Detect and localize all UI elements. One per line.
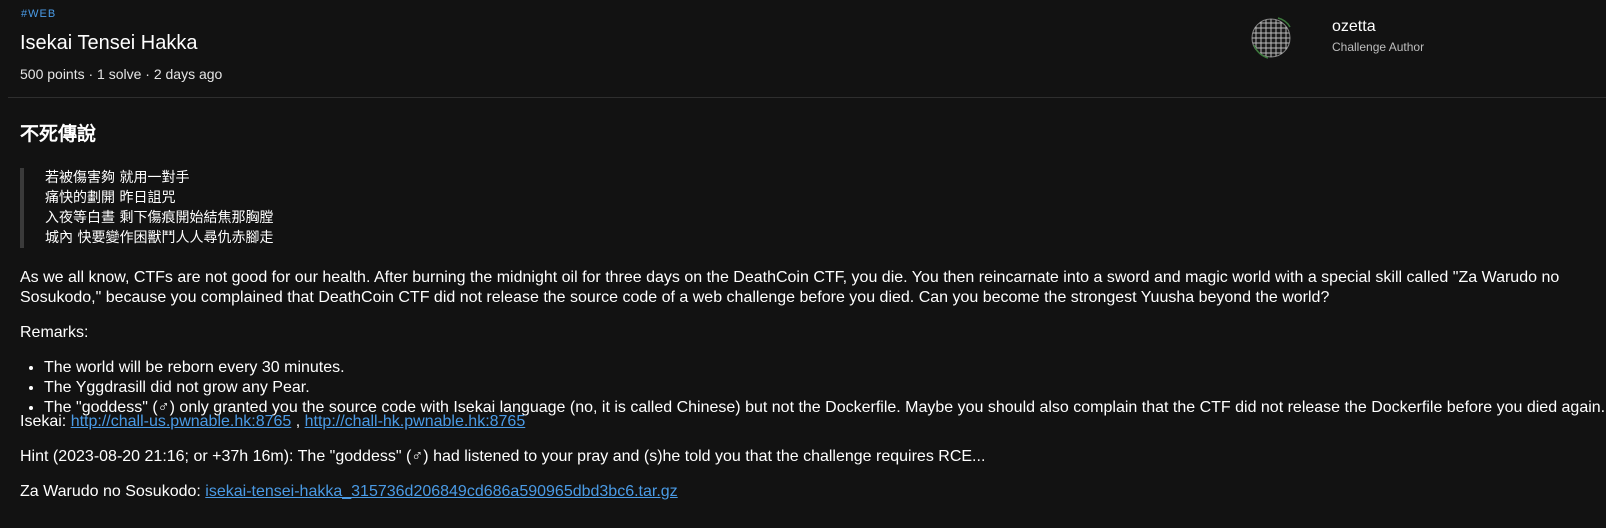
download-label: Za Warudo no Sosukodo: [20, 483, 201, 500]
globe-wireframe-icon [1251, 17, 1291, 59]
challenge-meta: 500 points · 1 solve · 2 days ago [20, 66, 223, 82]
remarks-list: The world will be reborn every 30 minute… [20, 358, 1606, 418]
poem-blockquote: 若被傷害夠 就用一對手 痛快的劃開 昨日詛咒 入夜等白晝 剩下傷痕開始結焦那胸膛… [20, 168, 273, 248]
challenge-title: Isekai Tensei Hakka [20, 32, 198, 54]
remarks-label: Remarks: [20, 324, 89, 341]
category-tag[interactable]: #WEB [21, 8, 56, 20]
author-name[interactable]: ozetta [1332, 18, 1424, 36]
poem-line: 痛快的劃開 昨日詛咒 [45, 190, 176, 206]
challenge-header: #WEB Isekai Tensei Hakka 500 points · 1 … [8, 0, 1606, 98]
poem-line: 入夜等白晝 剩下傷痕開始結焦那胸膛 [45, 210, 274, 226]
poem-line: 若被傷害夠 就用一對手 [45, 170, 190, 186]
hint-paragraph: Hint (2023-08-20 21:16; or +37h 16m): Th… [20, 448, 986, 465]
download-line: Za Warudo no Sosukodo: isekai-tensei-hak… [20, 482, 1580, 502]
link-separator: , [291, 413, 305, 430]
download-link[interactable]: isekai-tensei-hakka_315736d206849cd686a5… [205, 483, 677, 500]
isekai-link-us[interactable]: http://chall-us.pwnable.hk:8765 [71, 413, 292, 430]
intro-paragraph: As we all know, CTFs are not good for ou… [20, 269, 1560, 306]
section-heading: 不死傳說 [20, 123, 97, 145]
poem-line: 城內 快要變作困獸鬥人人尋仇赤腳走 [45, 230, 274, 246]
author-role: Challenge Author [1332, 40, 1425, 54]
author-card[interactable]: ozetta Challenge Author [1248, 15, 1424, 61]
isekai-line: Isekai: http://chall-us.pwnable.hk:8765 … [20, 412, 1580, 432]
isekai-label: Isekai: [20, 413, 67, 430]
isekai-link-hk[interactable]: http://chall-hk.pwnable.hk:8765 [305, 413, 526, 430]
avatar[interactable] [1248, 15, 1294, 61]
list-item: The Yggdrasill did not grow any Pear. [44, 378, 1606, 398]
list-item: The world will be reborn every 30 minute… [44, 358, 1606, 378]
